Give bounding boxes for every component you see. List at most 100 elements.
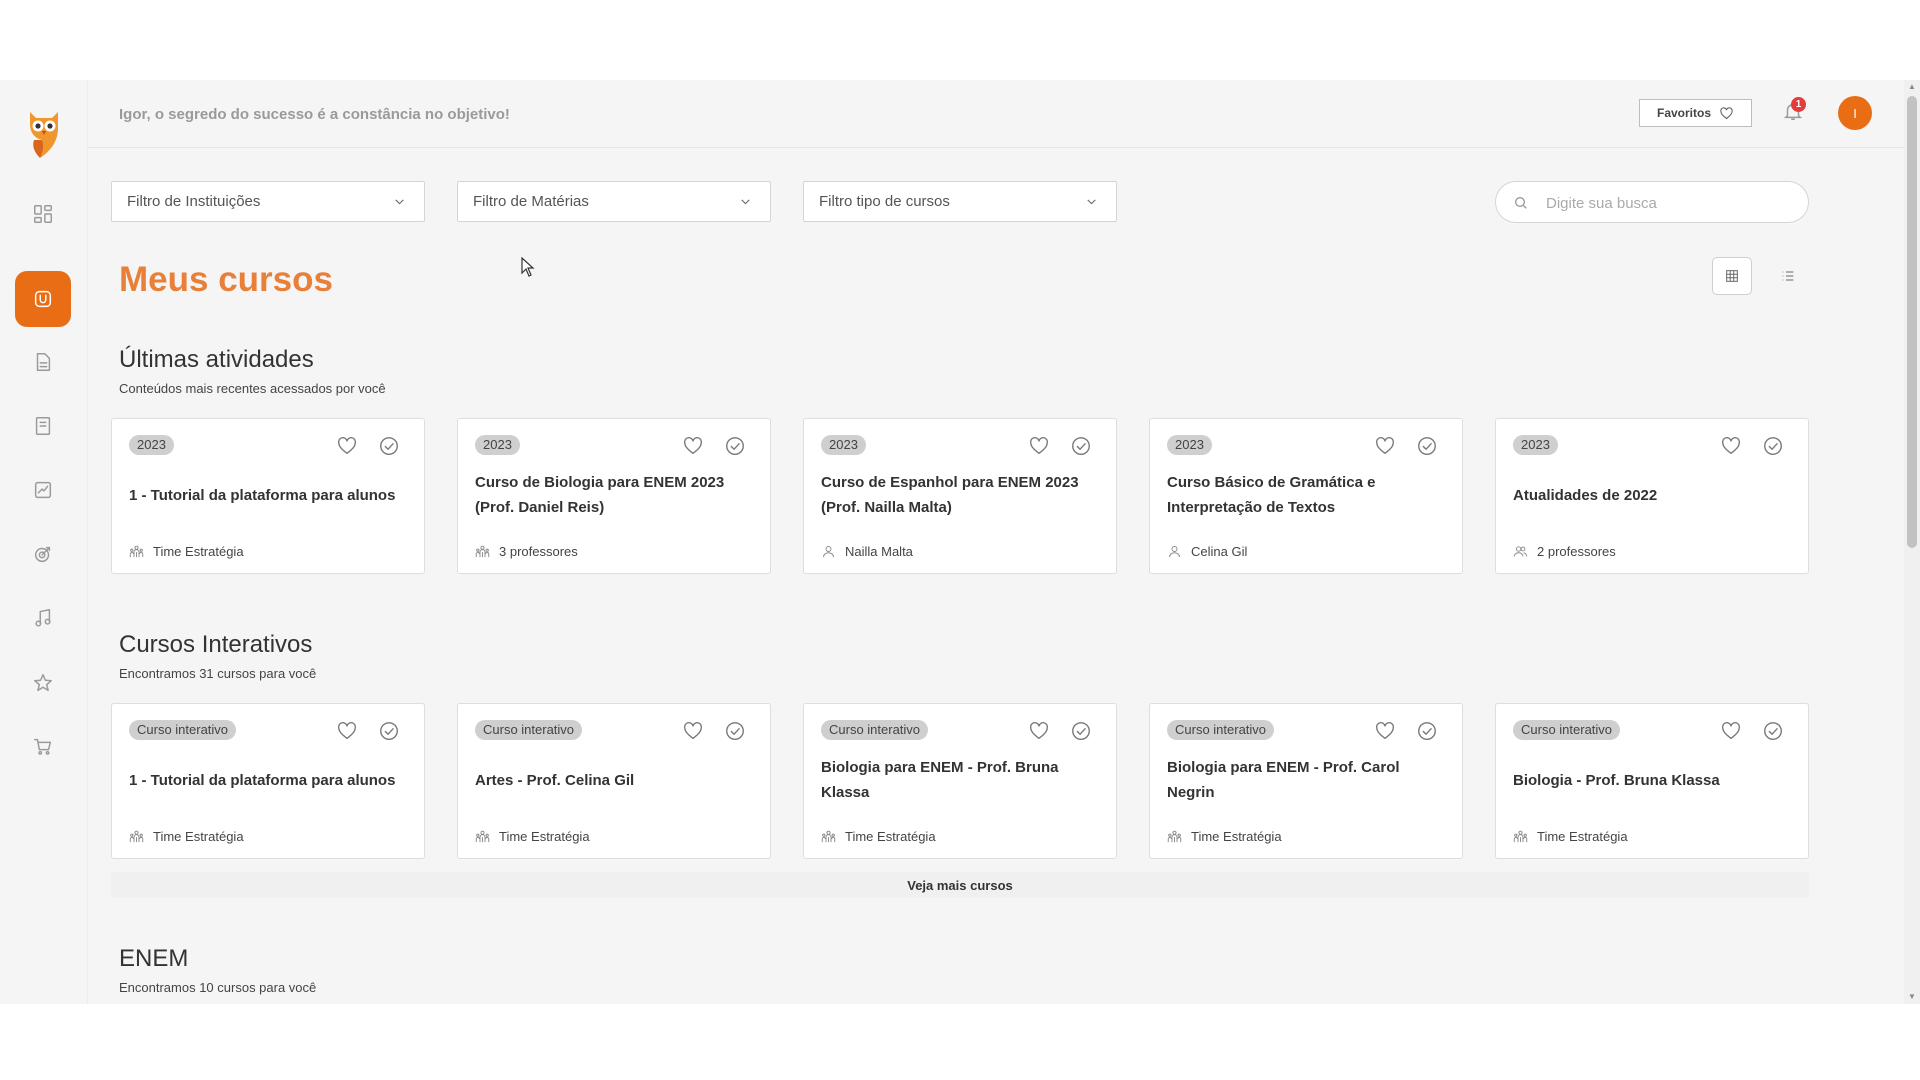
course-title[interactable]: Curso Básico de Gramática e Interpretaçã…: [1167, 469, 1448, 521]
sidebar-item-notebook[interactable]: [15, 398, 71, 454]
target-icon: [34, 546, 51, 563]
team-icon: [1513, 829, 1528, 844]
mouse-cursor-icon: [521, 256, 535, 277]
course-card[interactable]: 2023 Curso de Biologia para ENEM 2023 (Pr…: [457, 418, 771, 574]
course-title[interactable]: Biologia para ENEM - Prof. Carol Negrin: [1167, 754, 1448, 806]
chart-icon: [34, 481, 52, 499]
scrollbar-thumb[interactable]: [1907, 96, 1917, 548]
course-title[interactable]: Artes - Prof. Celina Gil: [475, 754, 756, 806]
course-author: Time Estratégia: [1513, 829, 1628, 844]
team-icon: [821, 829, 836, 844]
course-card[interactable]: 2023 1 - Tutorial da plataforma para alun…: [111, 418, 425, 574]
favorite-heart-icon[interactable]: [336, 435, 358, 457]
vertical-scrollbar[interactable]: ▲ ▼: [1904, 80, 1920, 1004]
complete-check-icon[interactable]: [1762, 435, 1784, 457]
complete-check-icon[interactable]: [1416, 720, 1438, 742]
sidebar-item-documents[interactable]: [15, 334, 71, 390]
favorite-heart-icon[interactable]: [1720, 720, 1742, 742]
course-title[interactable]: Atualidades de 2022: [1513, 469, 1794, 521]
favorite-heart-icon[interactable]: [682, 720, 704, 742]
course-card[interactable]: Curso interativo Biologia para ENEM - Pro…: [803, 703, 1117, 859]
course-tag: 2023: [475, 435, 520, 455]
institutions-filter[interactable]: Filtro de Instituições: [111, 181, 425, 222]
course-title[interactable]: 1 - Tutorial da plataforma para alunos: [129, 754, 410, 806]
complete-check-icon[interactable]: [1070, 435, 1092, 457]
course-card[interactable]: 2023 Curso Básico de Gramática e Interpre…: [1149, 418, 1463, 574]
user-avatar[interactable]: I: [1838, 96, 1872, 130]
favorite-heart-icon[interactable]: [336, 720, 358, 742]
scroll-up-arrow[interactable]: ▲: [1907, 82, 1917, 92]
course-author: 2 professores: [1513, 544, 1616, 559]
course-title-text: Biologia - Prof. Bruna Klassa: [1513, 771, 1720, 789]
course-card[interactable]: Curso interativo Biologia para ENEM - Pro…: [1149, 703, 1463, 859]
list-icon: [1782, 271, 1794, 281]
course-title-text: Atualidades de 2022: [1513, 486, 1658, 504]
complete-check-icon[interactable]: [1762, 720, 1784, 742]
team-icon: [1167, 829, 1182, 844]
search-input[interactable]: [1546, 192, 1786, 214]
subjects-filter[interactable]: Filtro de Matérias: [457, 181, 771, 222]
course-author: Nailla Malta: [821, 544, 913, 559]
sidebar-item-favorites[interactable]: [15, 655, 71, 711]
sidebar-item-performance[interactable]: [15, 462, 71, 518]
list-view-button[interactable]: [1768, 257, 1808, 295]
search-box: [1495, 181, 1809, 223]
course-title[interactable]: Curso de Biologia para ENEM 2023 (Prof. …: [475, 469, 756, 521]
course-card[interactable]: Curso interativo Biologia - Prof. Bruna K…: [1495, 703, 1809, 859]
course-title[interactable]: 1 - Tutorial da plataforma para alunos: [129, 469, 410, 521]
favorite-heart-icon[interactable]: [1720, 435, 1742, 457]
person-icon: [821, 544, 836, 559]
grid-view-button[interactable]: [1712, 257, 1752, 295]
sidebar-item-courses[interactable]: [15, 271, 71, 327]
course-type-filter[interactable]: Filtro tipo de cursos: [803, 181, 1117, 222]
sidebar: [0, 80, 88, 1004]
course-card[interactable]: 2023 Curso de Espanhol para ENEM 2023 (Pr…: [803, 418, 1117, 574]
course-tag: Curso interativo: [1513, 720, 1621, 740]
favorite-heart-icon[interactable]: [682, 435, 704, 457]
course-title[interactable]: Curso de Espanhol para ENEM 2023 (Prof. …: [821, 469, 1102, 521]
team-icon: [475, 544, 490, 559]
complete-check-icon[interactable]: [724, 720, 746, 742]
course-author: Time Estratégia: [475, 829, 590, 844]
favorite-heart-icon[interactable]: [1028, 720, 1050, 742]
sidebar-item-dashboard[interactable]: [15, 186, 71, 242]
complete-check-icon[interactable]: [724, 435, 746, 457]
complete-check-icon[interactable]: [1416, 435, 1438, 457]
course-title-text: Curso de Espanhol para ENEM 2023 (Prof. …: [821, 474, 1079, 516]
sidebar-item-audio[interactable]: [15, 590, 71, 646]
enem-section-subtitle: Encontramos 10 cursos para você: [119, 980, 317, 995]
favorites-button[interactable]: Favoritos: [1639, 99, 1752, 127]
team-icon: [475, 829, 490, 844]
course-author: Time Estratégia: [821, 829, 936, 844]
people-icon: [1513, 544, 1528, 559]
star-icon: [34, 674, 52, 692]
sidebar-item-store[interactable]: [15, 718, 71, 774]
course-card[interactable]: 2023 Atualidades de 2022 2 professores: [1495, 418, 1809, 574]
course-tag: 2023: [1167, 435, 1212, 455]
course-title-text: Biologia para ENEM - Prof. Carol Negrin: [1167, 759, 1400, 801]
scroll-down-arrow[interactable]: ▼: [1907, 992, 1917, 1002]
favorite-heart-icon[interactable]: [1374, 720, 1396, 742]
course-title-text: 1 - Tutorial da plataforma para alunos: [129, 486, 396, 504]
interactive-section-title: Cursos Interativos: [119, 631, 313, 658]
chevron-down-icon: [1085, 195, 1098, 208]
course-author: Celina Gil: [1167, 544, 1247, 559]
complete-check-icon[interactable]: [378, 435, 400, 457]
page-title: Meus cursos: [119, 260, 333, 299]
course-title[interactable]: Biologia - Prof. Bruna Klassa: [1513, 754, 1794, 806]
favorite-heart-icon[interactable]: [1374, 435, 1396, 457]
see-more-courses-button[interactable]: Veja mais cursos: [111, 872, 1809, 898]
course-card[interactable]: Curso interativo 1 - Tutorial da platafor…: [111, 703, 425, 859]
complete-check-icon[interactable]: [378, 720, 400, 742]
course-title[interactable]: Biologia para ENEM - Prof. Bruna Klassa: [821, 754, 1102, 806]
favorite-heart-icon[interactable]: [1028, 435, 1050, 457]
heart-icon: [1720, 106, 1733, 119]
sidebar-item-goals[interactable]: [15, 526, 71, 582]
institutions-filter-label: Filtro de Instituições: [127, 193, 261, 210]
complete-check-icon[interactable]: [1070, 720, 1092, 742]
course-author-name: Time Estratégia: [153, 829, 244, 844]
course-author-name: Time Estratégia: [153, 544, 244, 559]
course-card[interactable]: Curso interativo Artes - Prof. Celina Gil…: [457, 703, 771, 859]
owl-logo-icon[interactable]: [22, 106, 66, 162]
dashboard-icon: [34, 205, 52, 223]
